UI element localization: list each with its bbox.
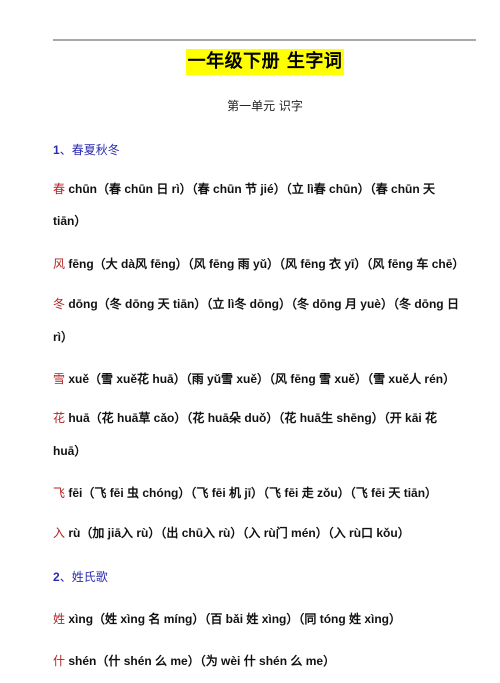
vocab-words: xuě（雪 xuě花 huā）（雨 yǔ雪 xuě）（风 fēng 雪 xuě）… [65, 372, 456, 386]
vocab-words: huā） [53, 444, 87, 458]
vocab-char: 风 [53, 257, 66, 271]
vocab-words: fēi（飞 fēi 虫 chóng）（飞 fēi 机 jī）（飞 fēi 走 z… [65, 486, 438, 500]
vocab-line-continuation: rì） [53, 328, 73, 345]
vocab-words: rì） [53, 330, 74, 344]
vocab-char: 冬 [53, 297, 66, 311]
vocab-line: 冬 dōng（冬 dōng 天 tiān）（立 lì冬 dōng）（冬 dōng… [53, 295, 459, 312]
vocab-char: 飞 [53, 486, 66, 500]
vocab-char: 春 [53, 182, 66, 196]
vocab-words: huā（花 huā草 cǎo）（花 huā朵 duǒ）（花 huā生 shēng… [65, 411, 438, 425]
section-separator: 、 [59, 570, 72, 584]
vocab-line-continuation: tiān） [53, 212, 86, 229]
vocab-line: 飞 fēi（飞 fēi 虫 chóng）（飞 fēi 机 jī）（飞 fēi 走… [53, 484, 437, 501]
vocab-line: 风 fēng（大 dà风 fēng）（风 fēng 雨 yǔ）（风 fēng 衣… [53, 255, 464, 272]
title-container: 一年级下册 生字词 [0, 49, 500, 75]
vocab-words: chūn（春 chūn 日 rì）（春 chūn 节 jié）（立 lì春 ch… [65, 182, 436, 196]
section-name: 春夏秋冬 [71, 143, 120, 157]
vocab-words: tiān） [53, 214, 87, 228]
vocab-words: fēng（大 dà风 fēng）（风 fēng 雨 yǔ）（风 fēng 衣 y… [65, 257, 465, 271]
vocab-words: dōng（冬 dōng 天 tiān）（立 lì冬 dōng）（冬 dōng 月… [65, 297, 459, 311]
vocab-words: xìng（姓 xìng 名 míng）（百 bǎi 姓 xìng）（同 tóng… [65, 612, 402, 626]
vocab-char: 花 [53, 411, 66, 425]
section-heading: 1、春夏秋冬 [53, 141, 120, 158]
vocab-line: 雪 xuě（雪 xuě花 huā）（雨 yǔ雪 xuě）（风 fēng 雪 xu… [53, 370, 455, 387]
unit-subtitle: 第一单元 识字 [227, 99, 303, 113]
vocab-line: 姓 xìng（姓 xìng 名 míng）（百 bǎi 姓 xìng）（同 tó… [53, 610, 401, 627]
vocab-line: 入 rù（加 jiā入 rù）（出 chū入 rù）（入 rù门 mén）（入 … [53, 524, 410, 541]
section-heading: 2、姓氏歌 [53, 568, 108, 585]
section-number: 1 [53, 143, 60, 157]
vocab-line: 春 chūn（春 chūn 日 rì）（春 chūn 节 jié）（立 lì春 … [53, 180, 435, 197]
page-title: 一年级下册 生字词 [185, 49, 345, 75]
section-number: 2 [53, 570, 60, 584]
header-rule [53, 39, 476, 41]
vocab-char: 雪 [53, 372, 66, 386]
vocab-char: 什 [53, 654, 66, 668]
vocab-line-continuation: huā） [53, 442, 86, 459]
vocab-words: rù（加 jiā入 rù）（出 chū入 rù）（入 rù门 mén）（入 rù… [65, 526, 410, 540]
vocab-char: 姓 [53, 612, 66, 626]
vocab-words: shén（什 shén 么 me）（为 wèi 什 shén 么 me） [65, 654, 336, 668]
section-name: 姓氏歌 [71, 570, 108, 584]
vocab-line: 花 huā（花 huā草 cǎo）（花 huā朵 duǒ）（花 huā生 shē… [53, 409, 437, 426]
vocab-char: 入 [53, 526, 66, 540]
vocab-line: 什 shén（什 shén 么 me）（为 wèi 什 shén 么 me） [53, 652, 335, 669]
section-separator: 、 [59, 143, 72, 157]
